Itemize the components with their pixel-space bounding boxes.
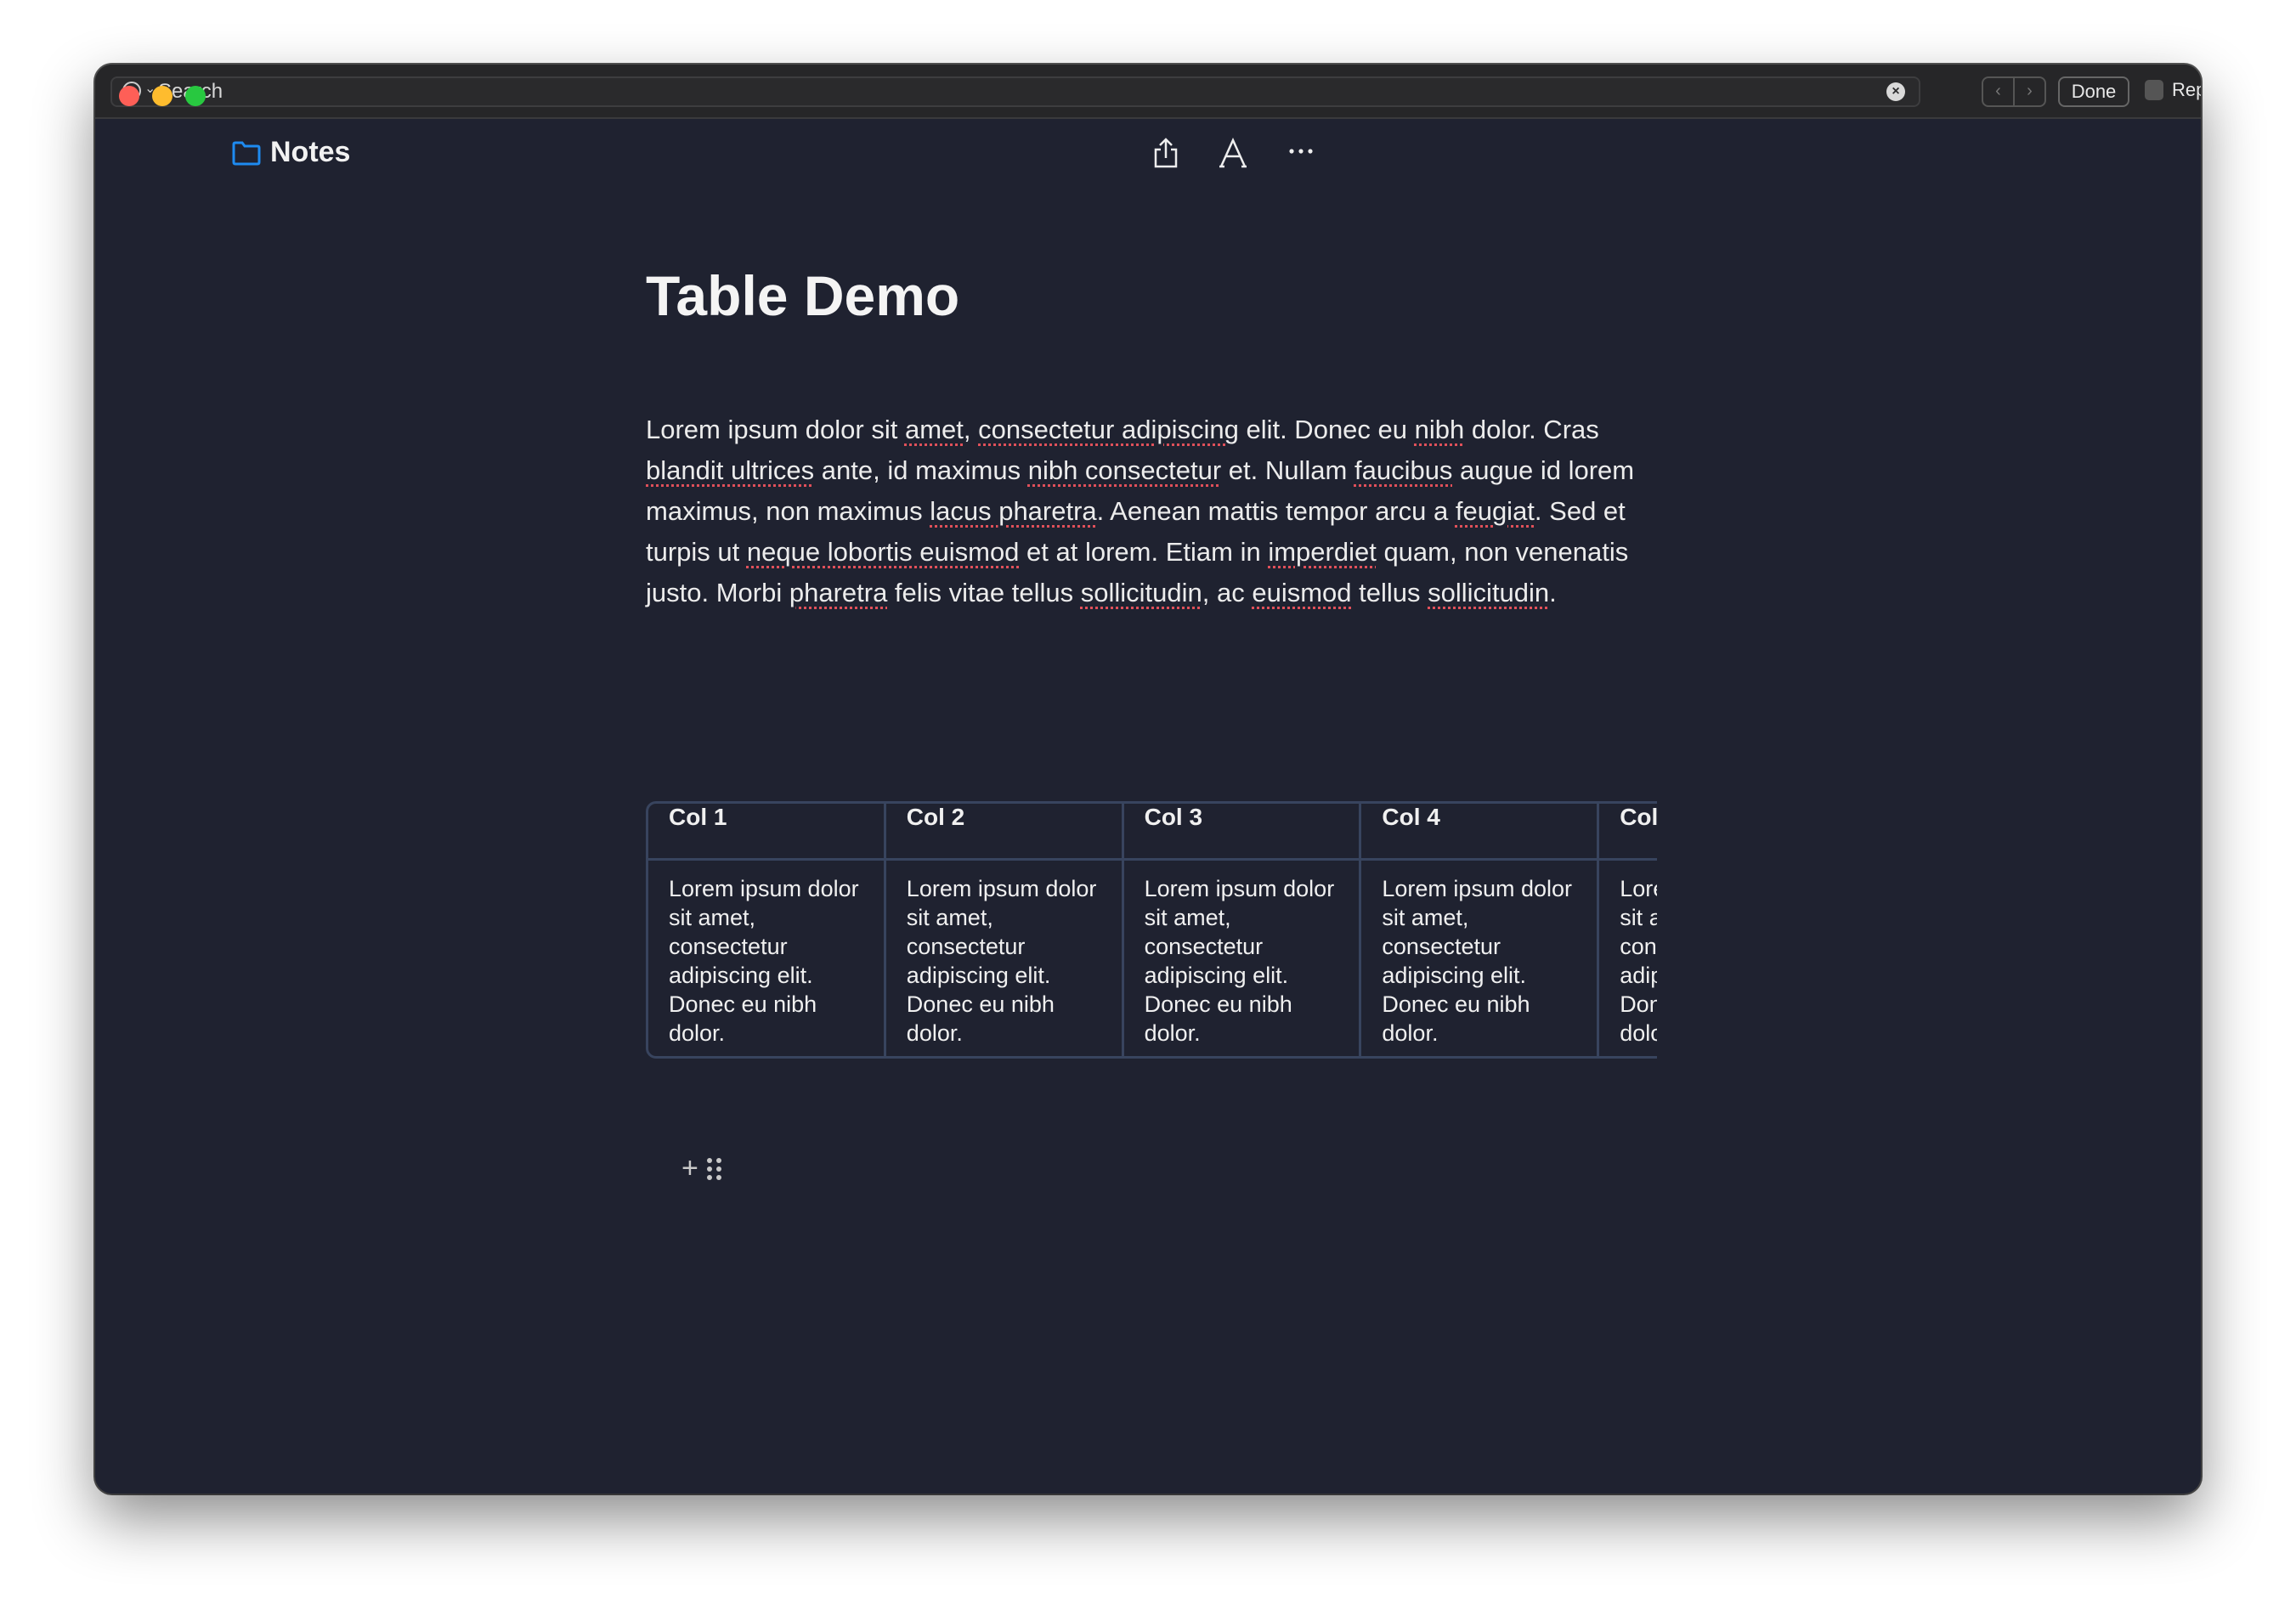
text-segment: dolor. Cras bbox=[1464, 415, 1599, 444]
table-cell[interactable]: Lorem ipsum dolor sit amet, consectetur … bbox=[1361, 861, 1600, 1056]
next-match-button[interactable]: › bbox=[2015, 78, 2044, 105]
text-segment: ante, id maximus bbox=[814, 455, 1028, 485]
search-input[interactable]: ⌄ Search × bbox=[110, 76, 1920, 107]
misspelled-word[interactable]: nibh consectetur bbox=[1028, 455, 1221, 485]
text-segment: et at lorem. Etiam in bbox=[1019, 537, 1269, 567]
close-window-button[interactable] bbox=[119, 86, 139, 106]
text-segment: tellus bbox=[1351, 578, 1428, 607]
table-header-cell[interactable]: Col 2 bbox=[885, 804, 1124, 861]
misspelled-word[interactable]: feugiat bbox=[1456, 496, 1535, 526]
table-header-cell[interactable]: Col 5 bbox=[1599, 804, 1657, 861]
text-segment: elit. Donec eu bbox=[1238, 415, 1415, 444]
text-segment: et. Nullam bbox=[1221, 455, 1354, 485]
table-cell[interactable]: Lorem ipsum dolor sit amet, consectetur … bbox=[1124, 861, 1362, 1056]
misspelled-word[interactable]: nibh bbox=[1415, 415, 1465, 444]
share-icon[interactable] bbox=[1152, 136, 1179, 170]
add-block-icon[interactable]: + bbox=[681, 1152, 698, 1185]
misspelled-word[interactable]: sollicitudin bbox=[1428, 578, 1549, 607]
find-bar: ⌄ Search × ‹ › Done Replace bbox=[95, 65, 2201, 119]
table[interactable]: Col 1Col 2Col 3Col 4Col 5 Lorem ipsum do… bbox=[646, 801, 1657, 1063]
text-segment: Lorem ipsum dolor sit bbox=[646, 415, 905, 444]
done-button[interactable]: Done bbox=[2058, 76, 2129, 107]
table-cell[interactable]: Lorem ipsum dolor sit amet, consectetur … bbox=[648, 861, 886, 1056]
table-header-cell[interactable]: Col 1 bbox=[648, 804, 886, 861]
table-header-cell[interactable]: Col 4 bbox=[1361, 804, 1600, 861]
clear-search-icon[interactable]: × bbox=[1886, 82, 1905, 101]
misspelled-word[interactable]: euismod bbox=[1252, 578, 1351, 607]
misspelled-word[interactable]: blandit ultrices bbox=[646, 455, 814, 485]
folder-breadcrumb[interactable]: Notes bbox=[231, 136, 350, 169]
zoom-window-button[interactable] bbox=[185, 86, 206, 106]
misspelled-word[interactable]: amet bbox=[905, 415, 964, 444]
notes-window: ⌄ Search × ‹ › Done Replace Notes Table … bbox=[95, 65, 2201, 1494]
table-header-row: Col 1Col 2Col 3Col 4Col 5 bbox=[648, 804, 1657, 861]
more-icon[interactable] bbox=[1288, 148, 1314, 155]
misspelled-word[interactable]: pharetra bbox=[789, 578, 887, 607]
text-segment: felis vitae tellus bbox=[887, 578, 1081, 607]
text-segment: , bbox=[963, 415, 979, 444]
folder-icon bbox=[232, 141, 261, 165]
misspelled-word[interactable]: sollicitudin bbox=[1081, 578, 1202, 607]
block-controls: + bbox=[681, 1152, 721, 1185]
minimize-window-button[interactable] bbox=[152, 86, 172, 106]
font-icon[interactable] bbox=[1219, 138, 1247, 168]
table-header-cell[interactable]: Col 3 bbox=[1123, 804, 1362, 861]
table-row: Lorem ipsum dolor sit amet, consectetur … bbox=[648, 861, 1657, 1056]
misspelled-word[interactable]: lacus pharetra bbox=[930, 496, 1096, 526]
text-segment: , ac bbox=[1202, 578, 1253, 607]
find-navigation: ‹ › bbox=[1982, 76, 2046, 107]
text-segment: . Aenean mattis tempor arcu a bbox=[1096, 496, 1456, 526]
folder-title: Notes bbox=[270, 136, 351, 168]
misspelled-word[interactable]: neque lobortis euismod bbox=[747, 537, 1020, 567]
text-segment: . bbox=[1549, 578, 1557, 607]
replace-label: Replace bbox=[2172, 79, 2201, 100]
table-cell[interactable]: Lorem ipsum dolor sit amet, consectetur … bbox=[886, 861, 1124, 1056]
drag-handle-icon[interactable] bbox=[706, 1157, 721, 1180]
misspelled-word[interactable]: faucibus bbox=[1354, 455, 1452, 485]
page-title: Table Demo bbox=[646, 264, 960, 327]
misspelled-word[interactable]: consectetur adipiscing bbox=[978, 415, 1239, 444]
misspelled-word[interactable]: imperdiet bbox=[1268, 537, 1377, 567]
body-paragraph[interactable]: Lorem ipsum dolor sit amet, consectetur … bbox=[646, 409, 1648, 613]
replace-checkbox[interactable] bbox=[2145, 80, 2163, 100]
previous-match-button[interactable]: ‹ bbox=[1983, 78, 2015, 105]
table-cell[interactable]: Lorem ipsum dolor sit amet, consectetur … bbox=[1599, 861, 1657, 1056]
